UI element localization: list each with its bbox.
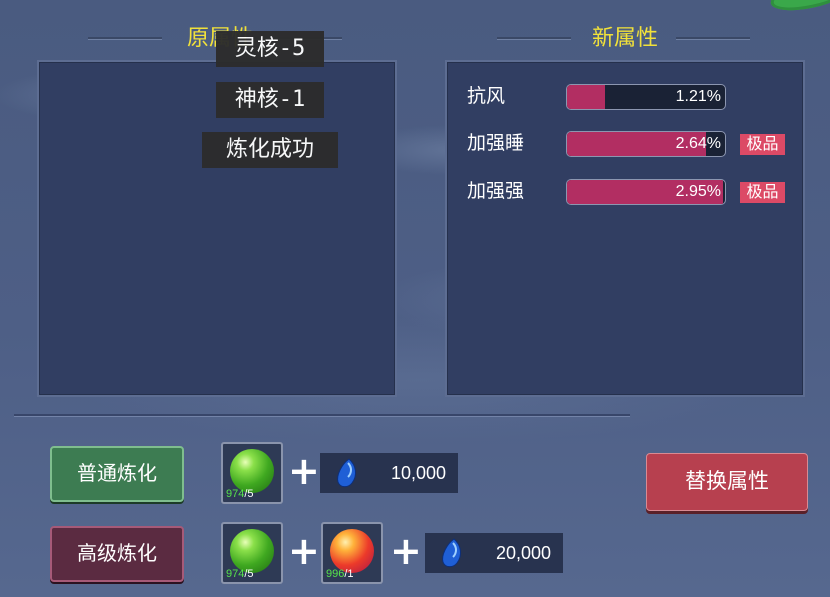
cost-display: 10,000 [320,453,458,493]
attribute-value: 2.95% [675,183,721,200]
attribute-bar: 2.64% [566,131,726,157]
material-count: 996/1 [326,568,354,580]
cost-amount: 20,000 [495,543,551,563]
attribute-name: 加强睡 [467,133,525,154]
attribute-row: 抗风 1.21% [447,84,803,110]
toast-message: 神核-1 [216,82,324,118]
plus-icon: + [288,449,320,493]
attribute-value: 2.64% [675,135,721,152]
quality-badge: 极品 [740,134,785,155]
quality-badge: 极品 [740,182,785,203]
material-slot[interactable]: 996/1 [321,522,383,584]
leaf-decoration [768,0,830,17]
attribute-name: 抗风 [467,86,506,107]
attribute-name: 加强强 [467,181,525,202]
material-count: 974/5 [226,568,254,580]
section-divider [14,414,630,417]
red-orb-icon [330,529,374,573]
attribute-value: 1.21% [675,88,721,105]
attribute-bar: 2.95% [566,179,726,205]
green-orb-icon [230,529,274,573]
plus-icon: + [390,529,422,573]
material-slot[interactable]: 974/5 [221,442,283,504]
attribute-row: 加强睡 2.64% 极品 [447,131,803,157]
attribute-row: 加强强 2.95% 极品 [447,179,803,205]
plus-icon: + [288,529,320,573]
cost-amount: 10,000 [390,463,446,483]
toast-message: 炼化成功 [202,132,338,168]
toast-message: 灵核-5 [216,31,324,67]
title-divider-right [676,37,750,40]
normal-refine-button[interactable]: 普通炼化 [50,446,184,502]
advanced-refine-button[interactable]: 高级炼化 [50,526,184,582]
green-orb-icon [230,449,274,493]
refine-screen: 原属性 新属性 抗风 1.21% 加强睡 2.64% 极品 加强强 2.95% [0,0,830,597]
replace-attributes-button[interactable]: 替换属性 [646,453,808,511]
cost-display: 20,000 [425,533,563,573]
attribute-bar-fill [567,85,605,109]
material-slot[interactable]: 974/5 [221,522,283,584]
attribute-bar: 1.21% [566,84,726,110]
new-attributes-panel: 抗风 1.21% 加强睡 2.64% 极品 加强强 2.95% 极品 [445,60,805,397]
material-count: 974/5 [226,488,254,500]
